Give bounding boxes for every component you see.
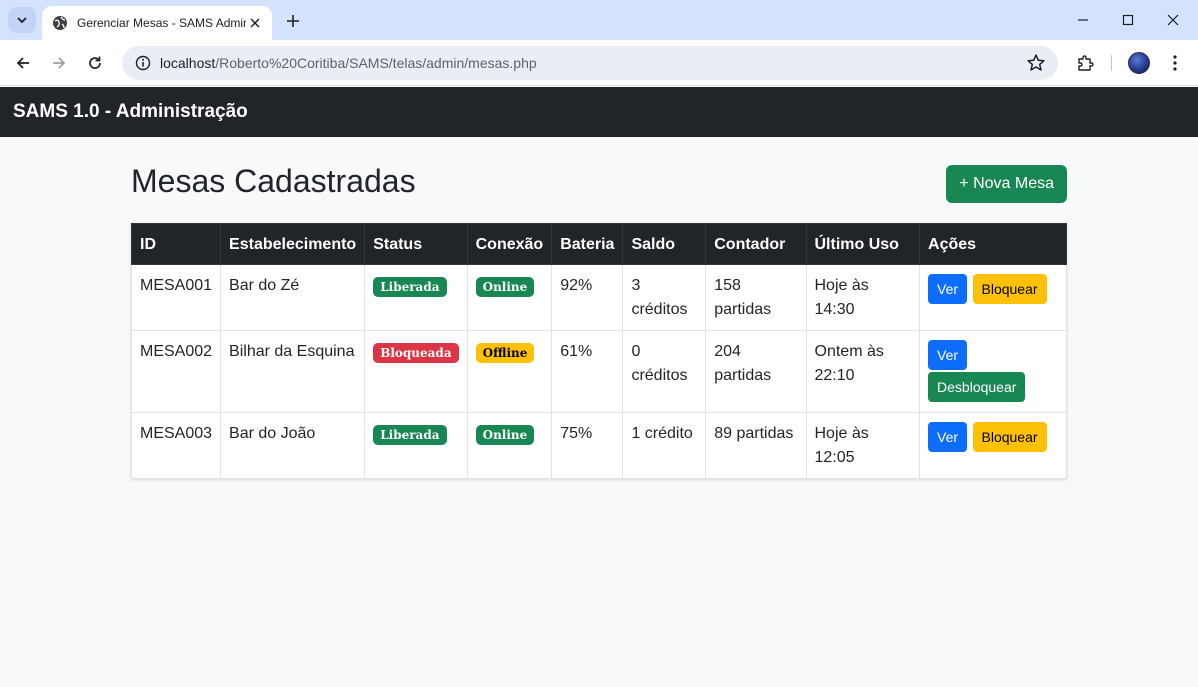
cell-connection: Online — [466, 264, 553, 331]
column-header: Contador — [705, 223, 807, 265]
connection-badge: Online — [475, 425, 535, 445]
table-row: MESA002 Bilhar da Esquina Bloqueada Offl… — [130, 330, 1067, 413]
new-table-button[interactable]: + Nova Mesa — [946, 165, 1067, 203]
cell-id: MESA002 — [130, 330, 222, 413]
toolbar-divider — [1111, 55, 1112, 71]
cell-status: Bloqueada — [364, 330, 468, 413]
tables-table: ID Estabelecimento Status Conexão Bateri… — [130, 223, 1067, 479]
cell-establishment: Bar do Zé — [220, 264, 366, 331]
arrow-right-icon — [53, 57, 66, 69]
main-container: Mesas Cadastradas + Nova Mesa ID Estabel… — [130, 137, 1067, 479]
cell-battery: 61% — [551, 330, 624, 413]
url-host: localhost — [160, 55, 216, 71]
block-button[interactable]: Bloquear — [972, 422, 1047, 452]
page-title: Mesas Cadastradas — [131, 163, 416, 199]
arrow-left-icon — [16, 57, 29, 69]
view-button[interactable]: Ver — [928, 274, 968, 304]
chevron-down-icon — [17, 17, 27, 24]
column-header: Bateria — [551, 223, 624, 265]
avatar — [1128, 52, 1150, 74]
cell-status: Liberada — [364, 412, 468, 479]
block-button[interactable]: Bloquear — [972, 274, 1047, 304]
url-text: localhost/Roberto%20Coritiba/SAMS/telas/… — [160, 55, 537, 71]
back-button[interactable] — [9, 49, 37, 77]
tab-title: Gerenciar Mesas - SAMS Admin — [77, 16, 246, 30]
page-header: Mesas Cadastradas + Nova Mesa — [131, 137, 1067, 223]
url-path: /Roberto%20Coritiba/SAMS/telas/admin/mes… — [215, 55, 537, 71]
cell-balance: 3 créditos — [622, 264, 707, 331]
site-info-icon[interactable] — [132, 52, 154, 74]
cell-counter: 89 partidas — [705, 412, 807, 479]
maximize-button[interactable] — [1105, 6, 1151, 34]
cell-establishment: Bilhar da Esquina — [220, 330, 366, 413]
status-badge: Bloqueada — [373, 343, 459, 363]
profile-button[interactable] — [1125, 49, 1153, 77]
more-vertical-icon — [1173, 55, 1177, 71]
cell-id: MESA001 — [130, 264, 222, 331]
bookmark-star-icon[interactable] — [1026, 53, 1046, 73]
cell-last-use: Hoje às 12:05 — [805, 412, 921, 479]
column-header: Conexão — [466, 223, 553, 265]
cell-last-use: Hoje às 14:30 — [805, 264, 921, 331]
cell-last-use: Ontem às 22:10 — [805, 330, 921, 413]
cell-actions: Ver Desbloquear — [919, 330, 1067, 413]
view-button[interactable]: Ver — [928, 422, 968, 452]
cell-establishment: Bar do João — [220, 412, 366, 479]
cell-battery: 75% — [551, 412, 624, 479]
cell-id: MESA003 — [130, 412, 222, 479]
tab-search-button[interactable] — [8, 7, 36, 33]
extensions-button[interactable] — [1071, 49, 1099, 77]
cell-connection: Online — [466, 412, 553, 479]
cell-counter: 158 partidas — [705, 264, 807, 331]
browser-toolbar: localhost/Roberto%20Coritiba/SAMS/telas/… — [0, 40, 1198, 86]
app-navbar: SAMS 1.0 - Administração — [0, 87, 1198, 137]
connection-badge: Online — [475, 277, 535, 297]
cell-battery: 92% — [551, 264, 624, 331]
plus-icon — [287, 15, 299, 27]
column-header: Status — [364, 223, 468, 265]
browser-tab[interactable]: Gerenciar Mesas - SAMS Admin — [42, 6, 272, 40]
column-header: ID — [130, 223, 222, 265]
window-close-button[interactable] — [1150, 6, 1196, 34]
column-header: Saldo — [622, 223, 707, 265]
minimize-button[interactable] — [1060, 6, 1106, 34]
maximize-icon — [1122, 14, 1134, 26]
globe-icon — [53, 16, 67, 30]
cell-counter: 204 partidas — [705, 330, 807, 413]
cell-status: Liberada — [364, 264, 468, 331]
address-bar[interactable]: localhost/Roberto%20Coritiba/SAMS/telas/… — [122, 46, 1058, 80]
puzzle-icon — [1078, 55, 1094, 71]
column-header: Estabelecimento — [220, 223, 366, 265]
cell-actions: Ver Bloquear — [919, 264, 1067, 331]
cell-actions: Ver Bloquear — [919, 412, 1067, 479]
cell-balance: 1 crédito — [622, 412, 707, 479]
table-header-row: ID Estabelecimento Status Conexão Bateri… — [130, 223, 1067, 265]
view-button[interactable]: Ver — [928, 340, 968, 370]
cell-connection: Offline — [466, 330, 553, 413]
reload-icon — [89, 56, 101, 69]
table-row: MESA003 Bar do João Liberada Online 75% … — [130, 412, 1067, 479]
unblock-button[interactable]: Desbloquear — [928, 372, 1026, 402]
table-row: MESA001 Bar do Zé Liberada Online 92% 3 … — [130, 264, 1067, 331]
status-badge: Liberada — [373, 277, 447, 297]
close-icon — [1167, 14, 1179, 26]
new-tab-button[interactable] — [282, 10, 304, 32]
forward-button[interactable] — [45, 49, 73, 77]
browser-tab-bar: Gerenciar Mesas - SAMS Admin — [0, 0, 1198, 40]
minimize-icon — [1078, 19, 1088, 21]
column-header: Último Uso — [805, 223, 921, 265]
cell-balance: 0 créditos — [622, 330, 707, 413]
reload-button[interactable] — [81, 49, 109, 77]
status-badge: Liberada — [373, 425, 447, 445]
close-icon[interactable] — [246, 14, 264, 32]
connection-badge: Offline — [475, 343, 535, 363]
browser-menu-button[interactable] — [1161, 49, 1189, 77]
column-header: Ações — [919, 223, 1067, 265]
navbar-brand[interactable]: SAMS 1.0 - Administração — [13, 101, 248, 123]
